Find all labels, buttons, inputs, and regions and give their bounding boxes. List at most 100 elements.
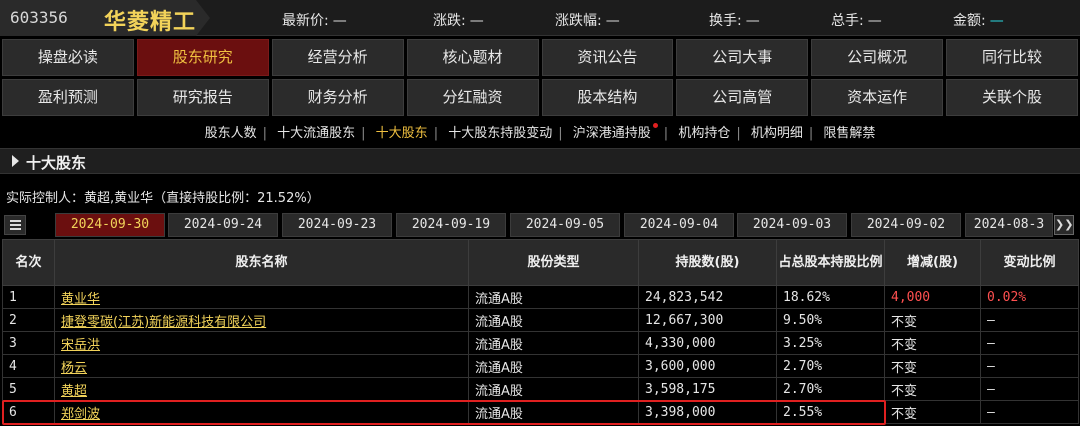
date-tab[interactable]: 2024-08-3 xyxy=(965,213,1053,237)
nav-earnings-forecast[interactable]: 盈利预测 xyxy=(2,79,134,116)
date-tab[interactable]: 2024-09-30 xyxy=(55,213,165,237)
cell-change-ratio: — xyxy=(980,331,1079,355)
sublink-separator: | xyxy=(558,126,563,141)
cell-share-type: 流通A股 xyxy=(468,377,639,401)
holder-link[interactable]: 捷登零碳(江苏)新能源科技有限公司 xyxy=(61,315,266,330)
nav-company-events[interactable]: 公司大事 xyxy=(676,39,809,76)
cell-rank: 3 xyxy=(2,331,55,355)
table-row: 3 宋岳洪 流通A股 4,330,000 3.25% 不变 — xyxy=(2,331,1079,355)
new-dot-icon xyxy=(652,123,658,128)
expand-triangle-icon xyxy=(12,155,19,167)
holder-link[interactable]: 黄业华 xyxy=(61,292,100,307)
nav-related-stocks[interactable]: 关联个股 xyxy=(946,79,1078,116)
cell-change: 不变 xyxy=(884,354,981,378)
col-share-type: 股份类型 xyxy=(468,239,639,286)
nav-share-structure[interactable]: 股本结构 xyxy=(541,79,674,116)
table-row: 2 捷登零碳(江苏)新能源科技有限公司 流通A股 12,667,300 9.50… xyxy=(2,308,1079,332)
cell-holder-name: 黄超 xyxy=(54,377,469,401)
holder-link[interactable]: 郑剑波 xyxy=(61,407,100,422)
quote-latest-price: 最新价: — xyxy=(282,13,347,29)
table-row: 4 杨云 流通A股 3,600,000 2.70% 不变 — xyxy=(2,354,1079,378)
sublink-separator: | xyxy=(433,126,439,141)
holder-link[interactable]: 杨云 xyxy=(61,361,87,376)
col-change-ratio: 变动比例 xyxy=(980,239,1079,286)
nav-executives[interactable]: 公司高管 xyxy=(676,79,809,116)
sublink-stock-connect-label: 沪深港通持股 xyxy=(572,126,651,141)
date-tab[interactable]: 2024-09-05 xyxy=(510,213,620,237)
cell-holder-name: 黄业华 xyxy=(54,285,469,309)
cell-holder-name: 捷登零碳(江苏)新能源科技有限公司 xyxy=(54,308,469,332)
stock-header: 603356 华菱精工 最新价: — 涨跌: — 涨跌幅: — 换手: — 总手: — 金… xyxy=(0,0,1080,36)
cell-ratio: 2.70% xyxy=(776,377,885,401)
cell-ratio: 2.55% xyxy=(776,400,885,424)
cell-shares: 3,598,175 xyxy=(638,377,777,401)
cell-shares: 4,330,000 xyxy=(638,331,777,355)
cell-holder-name: 郑剑波 xyxy=(54,400,469,424)
scroll-right-icon[interactable]: ❯❯ xyxy=(1054,215,1074,235)
col-rank: 名次 xyxy=(2,239,55,286)
cell-rank: 5 xyxy=(2,377,55,401)
nav-core-themes[interactable]: 核心题材 xyxy=(406,39,539,76)
date-tab[interactable]: 2024-09-24 xyxy=(168,213,278,237)
date-tab[interactable]: 2024-09-23 xyxy=(282,213,392,237)
table-row: 1 黄业华 流通A股 24,823,542 18.62% 4,000 0.02% xyxy=(2,285,1079,309)
section-title: 十大股东 xyxy=(26,154,87,172)
col-shares: 持股数(股) xyxy=(638,239,777,286)
nav-company-overview[interactable]: 公司概况 xyxy=(811,39,944,76)
holder-link[interactable]: 宋岳洪 xyxy=(61,338,100,353)
cell-ratio: 9.50% xyxy=(776,308,885,332)
cell-shares: 24,823,542 xyxy=(638,285,777,309)
nav-shareholder-research[interactable]: 股东研究 xyxy=(136,39,269,76)
cell-ratio: 3.25% xyxy=(776,331,885,355)
cell-shares: 12,667,300 xyxy=(638,308,777,332)
cell-rank: 1 xyxy=(2,285,55,309)
sublink-top10-float-holders[interactable]: 十大流通股东 xyxy=(277,126,355,141)
quote-turnover: 换手: — xyxy=(709,13,760,29)
sublink-institution-details[interactable]: 机构明细 xyxy=(751,126,803,141)
nav-row-2: 盈利预测 研究报告 财务分析 分红融资 股本结构 公司高管 资本运作 关联个股 xyxy=(2,79,1078,116)
cell-share-type: 流通A股 xyxy=(468,285,639,309)
actual-controller-text: 实际控制人：黄超,黄业华（直接持股比例：21.52%） xyxy=(6,191,320,206)
sublink-top10-holding-changes[interactable]: 十大股东持股变动 xyxy=(448,126,552,141)
cell-holder-name: 宋岳洪 xyxy=(54,331,469,355)
nav-peer-comparison[interactable]: 同行比较 xyxy=(946,39,1078,76)
sublink-top10-holders[interactable]: 十大股东 xyxy=(376,126,428,141)
date-tab[interactable]: 2024-09-03 xyxy=(737,213,847,237)
table-row: 5 黄超 流通A股 3,598,175 2.70% 不变 — xyxy=(2,377,1079,401)
date-tab[interactable]: 2024-09-19 xyxy=(396,213,506,237)
nav-operation-guide[interactable]: 操盘必读 xyxy=(2,39,134,76)
nav-row-1: 操盘必读 股东研究 经营分析 核心题材 资讯公告 公司大事 公司概况 同行比较 xyxy=(2,39,1078,76)
sublink-shareholder-count[interactable]: 股东人数 xyxy=(205,126,257,141)
cell-change-ratio: — xyxy=(980,400,1079,424)
cell-change: 不变 xyxy=(884,377,981,401)
date-tab[interactable]: 2024-09-04 xyxy=(624,213,734,237)
sublink-separator: | xyxy=(663,126,669,141)
col-ratio: 占总股本持股比例 xyxy=(776,239,885,286)
cell-shares: 3,398,000 xyxy=(638,400,777,424)
cell-holder-name: 杨云 xyxy=(54,354,469,378)
nav-capital-operations[interactable]: 资本运作 xyxy=(811,79,944,116)
sublink-institution-holdings[interactable]: 机构持仓 xyxy=(678,126,730,141)
quote-amount: 金额: — xyxy=(953,13,1004,29)
sub-nav: 股东人数 | 十大流通股东 | 十大股东 | 十大股东持股变动 | 沪深港通持股 | 机构… xyxy=(0,122,1080,141)
holder-link[interactable]: 黄超 xyxy=(61,384,87,399)
sublink-lockup-release[interactable]: 限售解禁 xyxy=(823,126,875,141)
date-tab[interactable]: 2024-09-02 xyxy=(851,213,961,237)
cell-change: 不变 xyxy=(884,308,981,332)
col-change: 增减(股) xyxy=(884,239,981,286)
nav-financial-analysis[interactable]: 财务分析 xyxy=(271,79,404,116)
nav-news-announcements[interactable]: 资讯公告 xyxy=(541,39,674,76)
quote-change-pct: 涨跌幅: — xyxy=(555,13,620,29)
nav-research-reports[interactable]: 研究报告 xyxy=(136,79,269,116)
nav-business-analysis[interactable]: 经营分析 xyxy=(271,39,404,76)
cell-share-type: 流通A股 xyxy=(468,308,639,332)
date-tabs: 2024-09-30 2024-09-24 2024-09-23 2024-09… xyxy=(0,213,1080,237)
main-nav: 操盘必读 股东研究 经营分析 核心题材 资讯公告 公司大事 公司概况 同行比较 … xyxy=(2,39,1078,119)
sublink-stock-connect[interactable]: 沪深港通持股 xyxy=(572,123,658,141)
list-menu-icon[interactable] xyxy=(4,215,26,235)
quote-change: 涨跌: — xyxy=(433,13,484,29)
section-header[interactable]: 十大股东 xyxy=(0,148,1080,174)
nav-dividends-financing[interactable]: 分红融资 xyxy=(406,79,539,116)
cell-ratio: 18.62% xyxy=(776,285,885,309)
cell-change-ratio: — xyxy=(980,354,1079,378)
